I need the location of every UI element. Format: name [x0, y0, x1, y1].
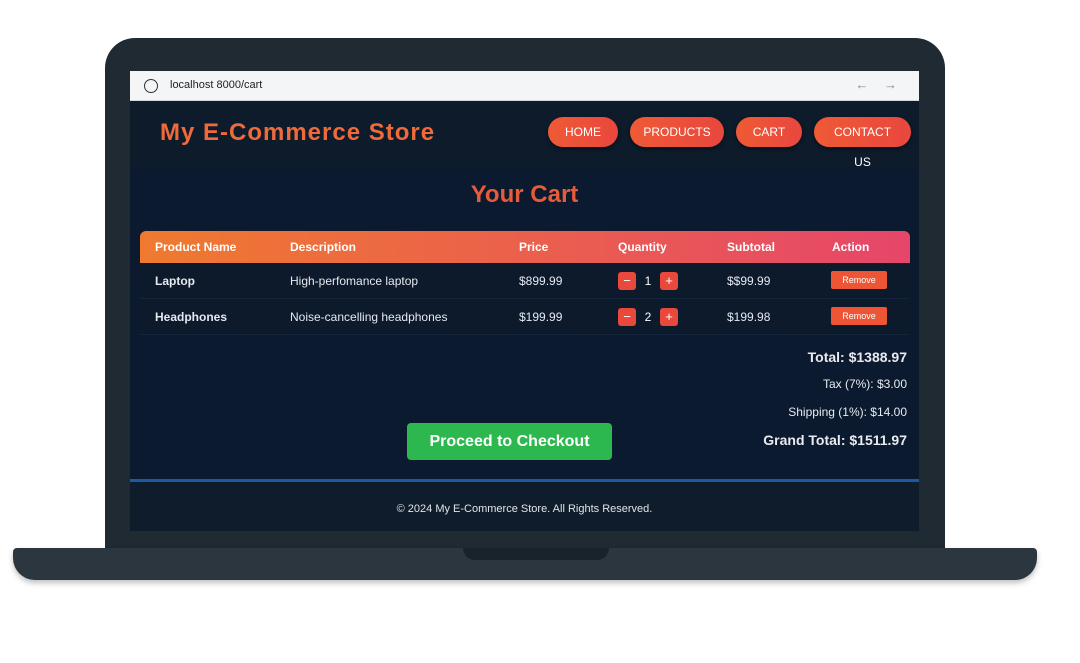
nav-cart-button[interactable]: CART — [736, 117, 802, 147]
table-row: Headphones Noise-cancelling headphones $… — [140, 299, 910, 335]
nav-contact-button[interactable]: CONTACT US — [814, 117, 911, 169]
col-action: Action — [832, 240, 870, 254]
main-nav: HOME PRODUCTS CART CONTACT US — [548, 117, 911, 169]
product-subtotal: $199.98 — [727, 310, 771, 324]
quantity-value: 1 — [644, 274, 652, 288]
col-subtotal: Subtotal — [727, 240, 775, 254]
decrease-quantity-button[interactable]: − — [618, 308, 636, 326]
col-price: Price — [519, 240, 549, 254]
grand-total: Grand Total: $1511.97 — [763, 432, 907, 448]
remove-button[interactable]: Remove — [831, 307, 887, 325]
site-header: My E-Commerce Store HOME PRODUCTS CART C… — [130, 101, 919, 169]
increase-quantity-button[interactable]: + — [660, 308, 678, 326]
product-name: Laptop — [155, 274, 195, 288]
col-product-name: Product Name — [155, 240, 237, 254]
nav-home-button[interactable]: HOME — [548, 117, 618, 147]
site-logo[interactable]: My E-Commerce Store — [160, 119, 435, 147]
nav-products-button[interactable]: PRODUCTS — [630, 117, 724, 147]
product-price: $899.99 — [519, 274, 563, 288]
laptop-notch — [463, 548, 609, 560]
shipping-amount: Shipping (1%): $14.00 — [788, 405, 907, 419]
quantity-value: 2 — [644, 310, 652, 324]
site-footer: © 2024 My E-Commerce Store. All Rights R… — [130, 482, 919, 531]
increase-quantity-button[interactable]: + — [660, 272, 678, 290]
col-description: Description — [290, 240, 357, 254]
table-row: Laptop High-perfomance laptop $899.99 − … — [140, 263, 910, 299]
reload-icon[interactable] — [144, 79, 158, 93]
copyright-text: © 2024 My E-Commerce Store. All Rights R… — [396, 503, 653, 515]
url-text[interactable]: localhost 8000/cart — [170, 79, 262, 91]
cart-table: Product Name Description Price Quantity … — [140, 231, 910, 335]
decrease-quantity-button[interactable]: − — [618, 272, 636, 290]
back-forward-icon[interactable]: ← → — [855, 77, 903, 92]
product-description: High-perfomance laptop — [290, 274, 419, 288]
remove-button[interactable]: Remove — [831, 271, 887, 289]
cart-total: Total: $1388.97 — [807, 349, 907, 365]
laptop-base — [13, 548, 1037, 580]
quantity-stepper: − 1 + — [618, 272, 678, 290]
browser-screen: localhost 8000/cart ← → My E-Commerce St… — [130, 71, 919, 531]
quantity-stepper: − 2 + — [618, 308, 678, 326]
product-description: Noise-cancelling headphones — [290, 310, 448, 324]
address-bar[interactable]: localhost 8000/cart ← → — [130, 71, 919, 101]
product-name: Headphones — [155, 310, 228, 324]
table-header: Product Name Description Price Quantity … — [140, 231, 910, 263]
product-price: $199.99 — [519, 310, 563, 324]
tax-amount: Tax (7%): $3.00 — [822, 377, 907, 391]
col-quantity: Quantity — [618, 240, 667, 254]
product-subtotal: $$99.99 — [727, 274, 771, 288]
page-title: Your Cart — [470, 181, 579, 208]
checkout-button[interactable]: Proceed to Checkout — [407, 423, 612, 460]
